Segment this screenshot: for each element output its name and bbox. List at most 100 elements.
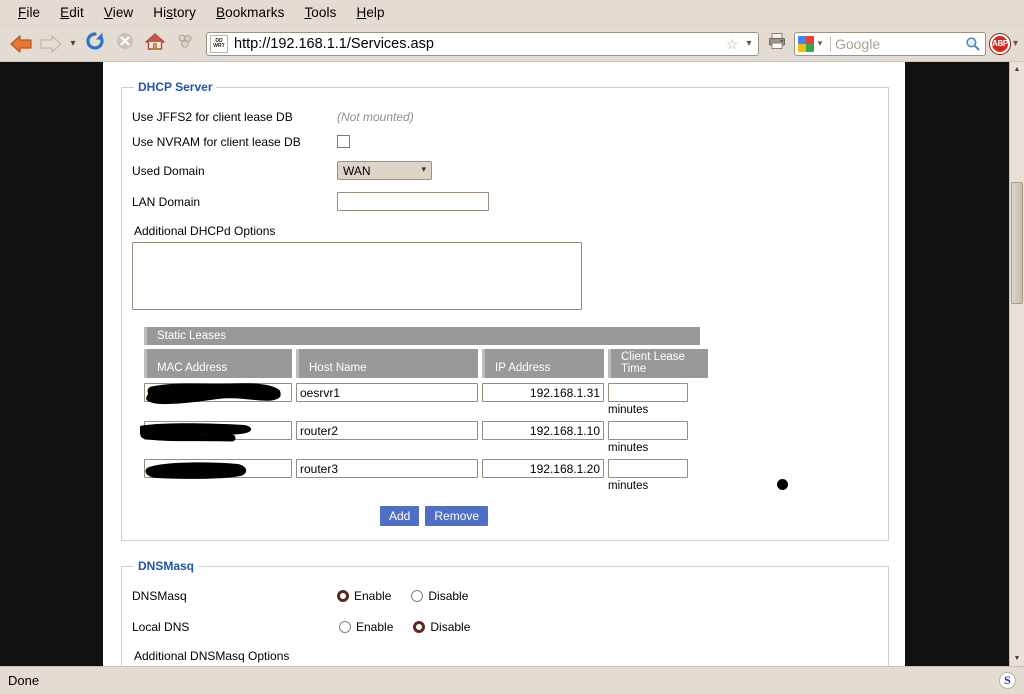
- browser-window: File Edit View History Bookmarks Tools H…: [0, 0, 1024, 694]
- scrollbar-track-lower[interactable]: [1010, 304, 1024, 651]
- mac-cell: [144, 459, 292, 479]
- vertical-scrollbar[interactable]: ▲ ▼: [1009, 62, 1024, 666]
- scroll-up-icon: ▲: [1013, 66, 1021, 73]
- minutes-unit-label: minutes: [608, 480, 649, 492]
- menu-item-bookmarks[interactable]: Bookmarks: [206, 3, 294, 22]
- subscribe-button[interactable]: [170, 29, 200, 59]
- ddwrt-favicon-icon: DD WRT: [210, 34, 228, 53]
- nvram-checkbox[interactable]: [337, 135, 350, 148]
- web-page: DHCP Server Use JFFS2 for client lease D…: [103, 62, 905, 666]
- local-dns-enable-label: Enable: [356, 619, 394, 634]
- menu-item-edit[interactable]: Edit: [50, 3, 94, 22]
- add-button[interactable]: Add: [380, 506, 420, 526]
- lan-domain-input[interactable]: [337, 192, 489, 211]
- local-dns-disable-radio[interactable]: [413, 620, 426, 633]
- used-domain-select[interactable]: WAN: [337, 161, 432, 180]
- forward-arrow-icon: [39, 34, 63, 54]
- dnsmasq-enable-radio[interactable]: [337, 589, 349, 602]
- lease-time-cell: minutes: [608, 459, 708, 492]
- menu-item-file[interactable]: File: [8, 3, 50, 22]
- scroll-down-button[interactable]: ▼: [1010, 651, 1024, 666]
- dnsmasq-label: DNSMasq: [132, 588, 187, 603]
- column-header-lease-time: Client Lease Time: [608, 349, 708, 378]
- stop-button: [110, 29, 140, 59]
- chevron-down-icon[interactable]: ▾: [814, 38, 826, 49]
- navigation-toolbar: ▾ DD WRT http://192.168.1.1/Services.asp…: [0, 26, 1024, 62]
- chevron-down-icon[interactable]: ▾: [742, 38, 756, 49]
- reload-button[interactable]: [80, 29, 110, 59]
- chevron-down-icon: ▾: [70, 38, 76, 49]
- ip-cell: [482, 383, 604, 402]
- table-row: minutes: [140, 421, 700, 454]
- mac-input[interactable]: [144, 383, 292, 402]
- print-icon: [767, 31, 787, 56]
- content-area: DHCP Server Use JFFS2 for client lease D…: [0, 62, 1024, 666]
- status-text: Done: [8, 673, 40, 688]
- home-button[interactable]: [140, 29, 170, 59]
- menu-item-help[interactable]: Help: [346, 3, 394, 22]
- back-arrow-icon: [9, 34, 33, 54]
- lease-time-cell: minutes: [608, 421, 708, 454]
- lease-time-input[interactable]: [608, 383, 688, 402]
- static-leases-table: Static Leases MAC Address Host Name IP A…: [140, 327, 708, 526]
- host-input[interactable]: [296, 459, 478, 478]
- subscribe-icon: [176, 32, 194, 55]
- url-text[interactable]: http://192.168.1.1/Services.asp: [232, 36, 726, 52]
- scrollbar-thumb[interactable]: [1011, 182, 1023, 304]
- mac-input[interactable]: [144, 459, 292, 478]
- history-dropdown-button[interactable]: ▾: [66, 29, 80, 59]
- menu-bar: File Edit View History Bookmarks Tools H…: [0, 0, 1024, 26]
- host-cell: [296, 459, 478, 478]
- host-input[interactable]: [296, 421, 478, 440]
- menu-item-view[interactable]: View: [94, 3, 143, 22]
- dnsmasq-disable-radio[interactable]: [411, 589, 424, 602]
- adblock-button[interactable]: ABP ▾: [989, 33, 1018, 54]
- lease-buttons: Add Remove: [380, 506, 700, 526]
- page-letterbox-right: [905, 62, 1009, 666]
- adblock-plus-icon: ABP: [989, 33, 1010, 54]
- additional-dnsmasq-options-label: Additional DNSMasq Options: [134, 649, 290, 663]
- scroll-up-button[interactable]: ▲: [1010, 62, 1024, 77]
- favicon-line2: WRT: [213, 42, 225, 49]
- lease-time-input[interactable]: [608, 421, 688, 440]
- lan-domain-row: LAN Domain: [132, 189, 878, 214]
- ip-input[interactable]: [482, 383, 604, 402]
- dnsmasq-row: DNSMasq Enable Disable: [132, 583, 878, 608]
- additional-dhcpd-options-textarea[interactable]: [132, 242, 582, 310]
- dnsmasq-enable-label: Enable: [354, 588, 392, 603]
- nvram-row: Use NVRAM for client lease DB: [132, 129, 878, 154]
- star-icon[interactable]: ☆: [726, 37, 742, 51]
- ip-cell: [482, 459, 604, 478]
- remove-button[interactable]: Remove: [425, 506, 489, 526]
- back-button[interactable]: [6, 29, 36, 59]
- host-input[interactable]: [296, 383, 478, 402]
- menu-item-history[interactable]: History: [143, 3, 206, 22]
- search-input[interactable]: Google: [835, 36, 964, 52]
- static-leases-title: Static Leases: [144, 327, 700, 345]
- stop-icon: [116, 32, 134, 55]
- print-button[interactable]: [764, 29, 790, 59]
- local-dns-row: Local DNS Enable Disable: [132, 614, 878, 639]
- lease-time-cell: minutes: [608, 383, 708, 416]
- page-letterbox-left: [0, 62, 103, 666]
- minutes-unit-label: minutes: [608, 404, 649, 416]
- lease-time-input[interactable]: [608, 459, 688, 478]
- forward-button: [36, 29, 66, 59]
- mac-input[interactable]: [144, 421, 292, 440]
- chevron-down-icon[interactable]: ▾: [1013, 38, 1018, 49]
- menu-item-tools[interactable]: Tools: [294, 3, 346, 22]
- reload-icon: [85, 31, 105, 56]
- magnifier-icon[interactable]: [964, 36, 982, 51]
- skype-status-icon[interactable]: S: [999, 672, 1016, 689]
- column-header-mac: MAC Address: [144, 349, 292, 378]
- address-bar[interactable]: DD WRT http://192.168.1.1/Services.asp ☆…: [206, 31, 759, 56]
- dhcp-server-legend: DHCP Server: [138, 80, 213, 94]
- search-bar[interactable]: ▾ Google: [793, 31, 986, 56]
- jffs2-row: Use JFFS2 for client lease DB (Not mount…: [132, 104, 878, 129]
- local-dns-enable-radio[interactable]: [339, 620, 351, 633]
- ip-input[interactable]: [482, 421, 604, 440]
- ip-input[interactable]: [482, 459, 604, 478]
- scrollbar-track-upper[interactable]: [1010, 77, 1024, 182]
- lan-domain-label: LAN Domain: [132, 194, 201, 209]
- google-icon: [797, 35, 814, 52]
